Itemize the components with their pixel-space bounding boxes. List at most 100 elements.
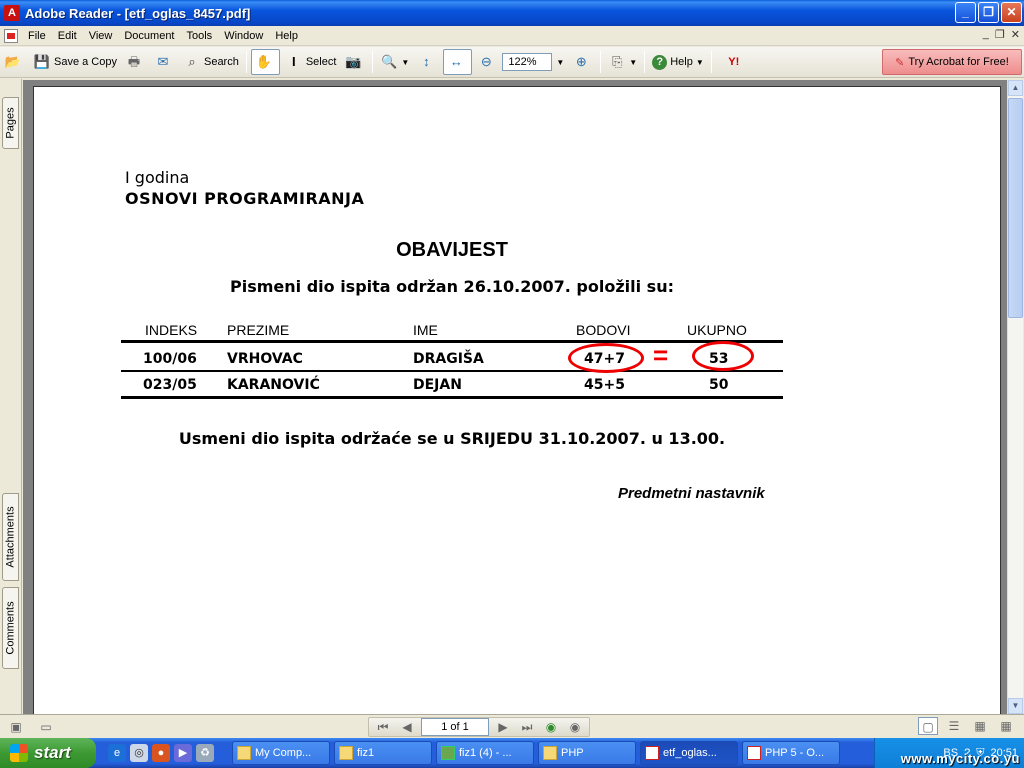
doc-close-button[interactable]: ✕ bbox=[1011, 28, 1020, 41]
scroll-down-arrow-icon[interactable]: ▼ bbox=[1008, 698, 1023, 714]
document-viewport[interactable]: I godina OSNOVI PROGRAMIRANJA OBAVIJEST … bbox=[23, 80, 1008, 714]
recycle-bin-icon[interactable]: ♻ bbox=[196, 744, 214, 762]
results-table: INDEKS PREZIME IME BODOVI UKUPNO 100/06 … bbox=[121, 320, 783, 399]
page-size-icon[interactable]: ▭ bbox=[36, 718, 56, 736]
task-list: My Comp... fiz1 fiz1 (4) - ... PHP etf_o… bbox=[230, 741, 842, 765]
scroll-thumb[interactable] bbox=[1008, 98, 1023, 318]
next-view-icon[interactable]: ◉ bbox=[565, 718, 585, 736]
previous-view-icon[interactable]: ◉ bbox=[541, 718, 561, 736]
start-button[interactable]: start bbox=[0, 738, 96, 768]
menu-edit[interactable]: Edit bbox=[52, 30, 83, 42]
menu-window[interactable]: Window bbox=[218, 30, 269, 42]
adobe-reader-window: A Adobe Reader - [etf_oglas_8457.pdf] _ … bbox=[0, 0, 1024, 768]
task-php5-pdf[interactable]: PHP 5 - O... bbox=[742, 741, 840, 765]
last-page-icon[interactable]: ⏭ bbox=[517, 718, 537, 736]
annotation-circle-bodovi bbox=[568, 343, 644, 373]
fit-page-icon: ↕ bbox=[423, 54, 430, 69]
menu-document[interactable]: Document bbox=[118, 30, 180, 42]
doc-restore-button[interactable]: ❐ bbox=[995, 28, 1005, 41]
restore-button[interactable]: ❐ bbox=[978, 2, 999, 23]
table-top-rule bbox=[121, 340, 783, 343]
hand-icon: ✋ bbox=[255, 54, 272, 69]
print-button[interactable]: 🖶 bbox=[122, 49, 149, 75]
yahoo-icon: Y! bbox=[728, 56, 740, 68]
menu-bar: File Edit View Document Tools Window Hel… bbox=[0, 26, 1024, 46]
tab-comments[interactable]: Comments bbox=[2, 587, 19, 669]
rotate-view-button[interactable]: ⎘ ▼ bbox=[605, 49, 640, 75]
snapshot-button[interactable]: 📷 bbox=[341, 49, 368, 75]
task-folder-fiz1[interactable]: fiz1 bbox=[334, 741, 432, 765]
chevron-down-icon[interactable]: ▼ bbox=[401, 58, 409, 67]
cell-prezime: KARANOVIĆ bbox=[227, 377, 320, 393]
show-nav-pane-icon[interactable]: ▣ bbox=[6, 718, 26, 736]
search-button[interactable]: ⌕ Search bbox=[180, 49, 242, 75]
title-bar[interactable]: A Adobe Reader - [etf_oglas_8457.pdf] _ … bbox=[0, 0, 1024, 26]
chevron-down-icon: ▼ bbox=[629, 57, 638, 67]
continuous-facing-icon[interactable]: ▦ bbox=[996, 717, 1016, 735]
task-folder-php[interactable]: PHP bbox=[538, 741, 636, 765]
open-button[interactable]: 📂 bbox=[1, 49, 28, 75]
email-button[interactable]: ✉ bbox=[151, 49, 178, 75]
pdf-document-icon[interactable] bbox=[4, 28, 18, 43]
page-number-input[interactable]: 1 of 1 bbox=[421, 718, 489, 736]
facing-pages-icon[interactable]: ▦ bbox=[970, 717, 990, 735]
window-title: Adobe Reader - [etf_oglas_8457.pdf] bbox=[25, 5, 251, 21]
zoom-out-button[interactable]: ⊖ bbox=[474, 49, 501, 75]
task-image-fiz1[interactable]: fiz1 (4) - ... bbox=[436, 741, 534, 765]
task-my-computer[interactable]: My Comp... bbox=[232, 741, 330, 765]
menu-tools[interactable]: Tools bbox=[181, 30, 219, 42]
windows-taskbar: start e ◎ ● ▶ ♻ My Comp... fiz1 fiz1 (4)… bbox=[0, 738, 1024, 768]
cell-bodovi: 45+5 bbox=[584, 377, 625, 393]
cell-indeks: 023/05 bbox=[143, 377, 197, 393]
zoom-in-button[interactable]: ⊕ bbox=[569, 49, 596, 75]
toolbar-separator bbox=[372, 51, 374, 73]
menu-help[interactable]: Help bbox=[269, 30, 304, 42]
table-bottom-rule bbox=[121, 396, 783, 399]
select-tool-button[interactable]: I Select bbox=[282, 49, 340, 75]
next-page-icon[interactable]: ▶ bbox=[493, 718, 513, 736]
zoom-dropdown[interactable]: ▼ bbox=[553, 49, 567, 75]
tab-attachments[interactable]: Attachments bbox=[2, 493, 19, 581]
folder-icon bbox=[543, 746, 557, 760]
cell-ukupno: 50 bbox=[709, 377, 729, 393]
minimize-button[interactable]: _ bbox=[955, 2, 976, 23]
scroll-up-arrow-icon[interactable]: ▲ bbox=[1008, 80, 1023, 96]
binoculars-icon: ⌕ bbox=[188, 54, 196, 69]
cell-ime: DEJAN bbox=[413, 377, 462, 393]
image-viewer-icon bbox=[441, 746, 455, 760]
rotate-page-icon: ⎘ bbox=[612, 54, 623, 69]
close-button[interactable]: ✕ bbox=[1001, 2, 1022, 23]
zoom-in-icon: ⊕ bbox=[575, 54, 587, 69]
fit-width-icon: ↔ bbox=[449, 54, 463, 69]
fit-page-button[interactable]: ↕ bbox=[414, 49, 441, 75]
doc-minimize-button[interactable]: _ bbox=[983, 28, 989, 41]
task-adobe-reader[interactable]: etf_oglas... bbox=[640, 741, 738, 765]
msn-icon[interactable]: ◎ bbox=[130, 744, 148, 762]
fit-width-button[interactable]: ↔ bbox=[443, 49, 473, 75]
pdf-page: I godina OSNOVI PROGRAMIRANJA OBAVIJEST … bbox=[33, 86, 1001, 714]
single-page-icon[interactable]: ▢ bbox=[918, 717, 938, 735]
previous-page-icon[interactable]: ◀ bbox=[397, 718, 417, 736]
zoom-tool-button[interactable]: 🔍 ▼ bbox=[377, 49, 412, 75]
save-copy-button[interactable]: 💾 Save a Copy bbox=[30, 49, 120, 75]
zoom-level-input[interactable]: 122% bbox=[502, 53, 553, 71]
try-acrobat-button[interactable]: ✎ Try Acrobat for Free! bbox=[882, 49, 1022, 75]
yahoo-toolbar-button[interactable]: Y! bbox=[716, 49, 755, 75]
firefox-icon[interactable]: ● bbox=[152, 744, 170, 762]
annotation-circle-ukupno bbox=[692, 341, 754, 371]
vertical-scrollbar[interactable]: ▲ ▼ bbox=[1007, 80, 1023, 714]
first-page-icon[interactable]: ⏮ bbox=[373, 718, 393, 736]
help-button[interactable]: ? Help ▼ bbox=[649, 49, 707, 75]
acrobat-pen-icon: ✎ bbox=[895, 56, 905, 69]
pdf-icon bbox=[645, 746, 659, 760]
computer-icon bbox=[237, 746, 251, 760]
menu-view[interactable]: View bbox=[83, 30, 119, 42]
page-navigation: ⏮ ◀ 1 of 1 ▶ ⏭ ◉ ◉ bbox=[368, 717, 590, 737]
internet-explorer-icon[interactable]: e bbox=[108, 744, 126, 762]
oral-exam-notice: Usmeni dio ispita održaće se u SRIJEDU 3… bbox=[178, 429, 726, 448]
tab-pages[interactable]: Pages bbox=[2, 97, 19, 149]
continuous-page-icon[interactable]: ☰ bbox=[944, 717, 964, 735]
media-player-icon[interactable]: ▶ bbox=[174, 744, 192, 762]
menu-file[interactable]: File bbox=[22, 30, 52, 42]
hand-tool-button[interactable]: ✋ bbox=[250, 49, 280, 75]
